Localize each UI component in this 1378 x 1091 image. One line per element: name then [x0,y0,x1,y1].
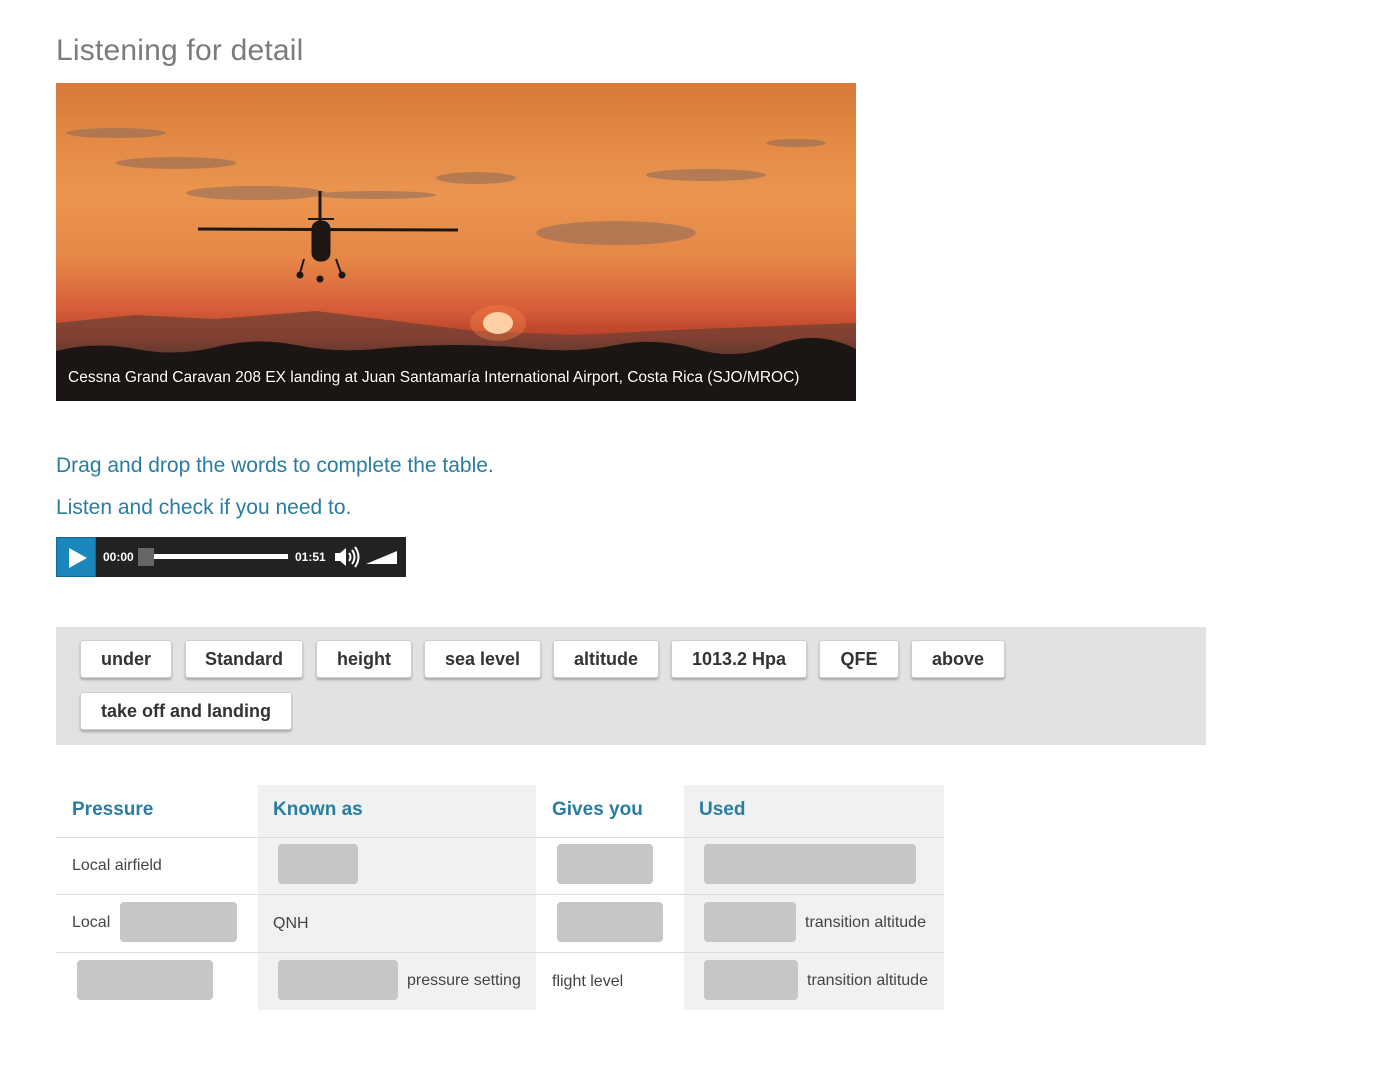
row-divider [56,837,944,838]
header-pressure: Pressure [72,799,154,820]
row3-used: transition altitude [807,972,928,989]
word-chip-sea-level[interactable]: sea level [424,640,541,678]
page: Listening for detail Cessna Grand Carava… [0,0,1378,1091]
drop-zone-row1-gives-you[interactable] [557,844,653,884]
word-chip-standard[interactable]: Standard [185,640,303,678]
drop-zone-row3-pressure[interactable] [77,960,213,1000]
play-button[interactable] [56,537,96,577]
word-chip-1013-hpa[interactable]: 1013.2 Hpa [671,640,807,678]
progress-track[interactable] [138,554,288,559]
drop-zone-row3-used[interactable] [704,960,798,1000]
header-gives-you: Gives you [552,799,643,820]
volume-icon[interactable] [334,546,362,568]
word-chip-height[interactable]: height [316,640,412,678]
row1-pressure: Local airfield [72,857,162,874]
photo-caption: Cessna Grand Caravan 208 EX landing at J… [68,369,800,386]
row-divider [56,952,944,953]
photo-scene [56,128,856,401]
pressure-table: Pressure Known as Gives you Used Local a… [56,785,944,1010]
row-divider [56,894,944,895]
word-chip-qfe[interactable]: QFE [819,640,899,678]
word-bank: under Standard height sea level altitude… [56,627,1206,745]
header-used: Used [699,799,746,820]
row3-known-as: pressure setting [407,972,521,989]
word-chip-under[interactable]: under [80,640,172,678]
drop-zone-row1-known-as[interactable] [278,844,358,884]
word-chip-above[interactable]: above [911,640,1005,678]
row3-gives-you: flight level [552,973,624,990]
page-title: Listening for detail [56,34,304,67]
drop-zone-row2-pressure[interactable] [120,902,237,942]
row2-used: transition altitude [805,914,926,931]
header-known-as: Known as [273,799,363,820]
current-time: 00:00 [103,550,134,564]
play-icon [69,548,87,568]
audio-player: 00:00 01:51 [56,537,406,577]
duration: 01:51 [295,550,326,564]
drop-zone-row3-known-as[interactable] [278,960,398,1000]
drop-zone-row1-used[interactable] [704,844,916,884]
volume-slider[interactable] [366,549,398,565]
airplane-sunset-photo: Cessna Grand Caravan 208 EX landing at J… [56,83,856,401]
progress-handle[interactable] [138,548,154,566]
row2-known-as: QNH [273,915,309,932]
instruction-listen: Listen and check if you need to. [56,496,352,519]
word-chip-take-off-and-landing[interactable]: take off and landing [80,692,292,730]
drop-zone-row2-used[interactable] [704,902,796,942]
word-chip-altitude[interactable]: altitude [553,640,659,678]
row2-pressure: Local [72,914,111,931]
drop-zone-row2-gives-you[interactable] [557,902,663,942]
instruction-drag-drop: Drag and drop the words to complete the … [56,454,494,477]
